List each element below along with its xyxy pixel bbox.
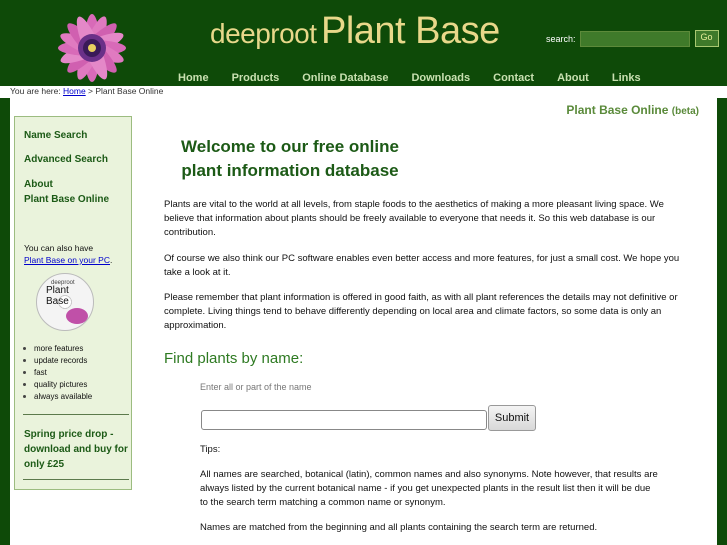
tip-names-matched: Names are matched from the beginning and… xyxy=(200,522,598,533)
search-input[interactable] xyxy=(579,30,690,47)
cd-big-text: Plant Base xyxy=(46,285,69,307)
find-plants-heading: Find plants by name: xyxy=(164,350,304,367)
feature-item: more features xyxy=(23,344,83,353)
breadcrumb-current: > Plant Base Online xyxy=(88,86,164,96)
breadcrumb: You are here: Home > Plant Base Online xyxy=(0,86,727,98)
sidebar-link-about[interactable]: About xyxy=(24,179,53,190)
nav-about[interactable]: About xyxy=(557,72,589,84)
nav-home[interactable]: Home xyxy=(178,72,209,84)
tip-names-searched: All names are searched, botanical (latin… xyxy=(200,469,658,508)
nav-links[interactable]: Links xyxy=(612,72,641,84)
nav-online-database[interactable]: Online Database xyxy=(302,72,388,84)
sidebar-link-advanced-search[interactable]: Advanced Search xyxy=(24,154,108,165)
logo-small-text: deeproot xyxy=(210,18,317,49)
feature-item: always available xyxy=(23,392,92,401)
plant-base-pc-link[interactable]: Plant Base on your PC xyxy=(24,255,110,265)
feature-item: quality pictures xyxy=(23,380,87,389)
logo-big-text: Plant Base xyxy=(321,10,500,52)
plant-base-cd-image[interactable]: deeproot Plant Base xyxy=(36,273,94,331)
search-label: search: xyxy=(546,33,576,44)
price-promo-link[interactable]: Spring price drop - download and buy for… xyxy=(24,427,132,472)
disclaimer-paragraph: Please remember that plant information i… xyxy=(164,292,678,331)
sidebar-divider xyxy=(23,414,129,415)
go-button[interactable]: Go xyxy=(694,30,719,47)
sidebar-pc-line: Plant Base on your PC. xyxy=(24,255,112,265)
cd-flower-icon xyxy=(66,308,88,324)
site-logo[interactable]: deeproot Plant Base xyxy=(210,10,500,53)
left-border xyxy=(0,98,10,545)
section-title: Plant Base Online (beta) xyxy=(566,103,699,117)
find-hint: Enter all or part of the name xyxy=(200,382,312,392)
flower-logo-icon xyxy=(0,0,180,86)
section-title-text: Plant Base Online xyxy=(566,103,669,117)
beta-label: (beta) xyxy=(671,106,699,117)
feature-item: update records xyxy=(23,356,87,365)
sidebar-pc-dot: . xyxy=(110,255,113,265)
main-nav: Home Products Online Database Downloads … xyxy=(178,72,664,84)
page-title: Welcome to our free online plant informa… xyxy=(150,135,430,183)
sidebar-divider xyxy=(23,479,129,480)
pc-software-paragraph: Of course we also think our PC software … xyxy=(164,253,680,278)
sidebar-note: You can also have xyxy=(24,243,94,253)
breadcrumb-prefix: You are here: xyxy=(10,86,61,96)
sidebar: Name Search Advanced Search About Plant … xyxy=(14,116,132,490)
sidebar-link-name-search[interactable]: Name Search xyxy=(24,130,87,141)
intro-paragraph: Plants are vital to the world at all lev… xyxy=(164,199,664,238)
right-border xyxy=(717,98,727,545)
sidebar-link-plant-base-online[interactable]: Plant Base Online xyxy=(24,194,109,205)
nav-contact[interactable]: Contact xyxy=(493,72,534,84)
plant-name-input[interactable] xyxy=(201,410,487,430)
nav-downloads[interactable]: Downloads xyxy=(411,72,470,84)
page-title-line-1: Welcome to our free online xyxy=(181,137,399,156)
feature-item: fast xyxy=(23,368,47,377)
submit-button[interactable]: Submit xyxy=(488,405,536,431)
page-title-line-2: plant information database xyxy=(181,161,399,180)
tips-label: Tips: xyxy=(200,444,221,455)
breadcrumb-home-link[interactable]: Home xyxy=(63,86,86,96)
nav-products[interactable]: Products xyxy=(232,72,280,84)
header-search: search: Go xyxy=(546,30,719,47)
site-header: deeproot Plant Base search: Go Home Prod… xyxy=(0,0,727,86)
